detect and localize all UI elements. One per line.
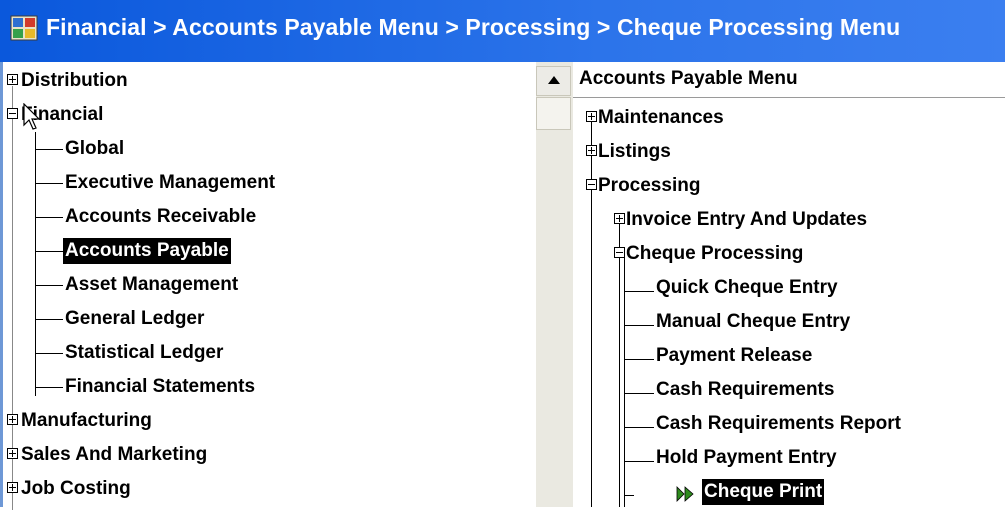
tree-item-label: Global — [65, 138, 125, 159]
navigation-tree: Distribution Financial Global Executive … — [0, 62, 539, 510]
tree-item-label: Asset Management — [65, 274, 239, 295]
tree-item-accounts-receivable[interactable]: Accounts Receivable — [3, 200, 533, 234]
expand-icon[interactable] — [7, 448, 18, 459]
menu-item-manual-cheque-entry[interactable]: Manual Cheque Entry — [573, 305, 1005, 339]
tree-item-label: Financial Statements — [65, 376, 256, 397]
tree-item-label: Accounts Receivable — [65, 206, 257, 227]
menu-item-label: Quick Cheque Entry — [656, 277, 838, 298]
window-titlebar: Financial > Accounts Payable Menu > Proc… — [0, 0, 1005, 62]
tree-item-label: Statistical Ledger — [65, 342, 224, 363]
tree-item-executive-management[interactable]: Executive Management — [3, 166, 533, 200]
tree-item-global[interactable]: Global — [3, 132, 533, 166]
menu-item-processing[interactable]: Processing — [573, 169, 1005, 203]
menu-item-label: Cash Requirements Report — [656, 413, 901, 434]
menu-tree: Accounts Payable Menu Maintenances Listi… — [573, 62, 1005, 507]
menu-item-listings[interactable]: Listings — [573, 135, 1005, 169]
tree-item-label: Executive Management — [65, 172, 276, 193]
tree-item-manufacturing[interactable]: Manufacturing — [3, 404, 533, 438]
tree-item-distribution[interactable]: Distribution — [3, 64, 533, 98]
vertical-scrollbar[interactable] — [536, 62, 573, 507]
tree-item-general-ledger[interactable]: General Ledger — [3, 302, 533, 336]
menu-item-label: Manual Cheque Entry — [656, 311, 851, 332]
scroll-thumb[interactable] — [536, 97, 571, 130]
tree-item-label: General Ledger — [65, 308, 205, 329]
menu-item-cash-requirements[interactable]: Cash Requirements — [573, 373, 1005, 407]
tree-item-label: Sales And Marketing — [21, 444, 208, 465]
tree-item-statistical-ledger[interactable]: Statistical Ledger — [3, 336, 533, 370]
app-icon — [10, 15, 38, 41]
window-title: Financial > Accounts Payable Menu > Proc… — [46, 14, 901, 40]
menu-header: Accounts Payable Menu — [573, 62, 1005, 98]
menu-item-cheque-processing[interactable]: Cheque Processing — [573, 237, 1005, 271]
menu-item-label: Maintenances — [598, 107, 724, 128]
tree-item-label: Accounts Payable — [63, 238, 231, 264]
menu-item-label: Cash Requirements — [656, 379, 835, 400]
menu-item-invoice-entry-and-updates[interactable]: Invoice Entry And Updates — [573, 203, 1005, 237]
tree-item-accounts-payable[interactable]: Accounts Payable — [3, 234, 533, 268]
expand-icon[interactable] — [7, 482, 18, 493]
expand-icon[interactable] — [7, 414, 18, 425]
menu-item-label: Processing — [598, 175, 701, 196]
menu-item-label: Payment Release — [656, 345, 813, 366]
scroll-up-button[interactable] — [536, 66, 571, 96]
menu-item-label: Cheque Processing — [626, 243, 804, 264]
menu-header-title: Accounts Payable Menu — [579, 68, 798, 89]
tree-item-sales-and-marketing[interactable]: Sales And Marketing — [3, 438, 533, 472]
menu-item-maintenances[interactable]: Maintenances — [573, 101, 1005, 135]
tree-item-label: Distribution — [21, 70, 128, 91]
menu-item-quick-cheque-entry[interactable]: Quick Cheque Entry — [573, 271, 1005, 305]
tree-item-financial-statements[interactable]: Financial Statements — [3, 370, 533, 404]
menu-item-cash-requirements-report[interactable]: Cash Requirements Report — [573, 407, 1005, 441]
menu-item-label: Listings — [598, 141, 671, 162]
tree-item-asset-management[interactable]: Asset Management — [3, 268, 533, 302]
mouse-cursor-icon — [23, 103, 41, 130]
tree-item-label: Manufacturing — [21, 410, 152, 431]
tree-item-label: Job Costing — [21, 478, 131, 499]
tree-item-financial[interactable]: Financial — [3, 98, 533, 132]
play-arrow-icon — [676, 486, 694, 502]
menu-item-payment-release[interactable]: Payment Release — [573, 339, 1005, 373]
triangle-up-icon — [548, 76, 560, 84]
menu-item-hold-payment-entry[interactable]: Hold Payment Entry — [573, 441, 1005, 475]
collapse-icon[interactable] — [7, 108, 18, 119]
expand-icon[interactable] — [7, 74, 18, 85]
tree-item-job-costing[interactable]: Job Costing — [3, 472, 533, 506]
menu-item-label: Cheque Print — [702, 479, 825, 505]
menu-item-label: Invoice Entry And Updates — [626, 209, 868, 230]
menu-item-cheque-print[interactable]: Cheque Print — [573, 475, 1005, 509]
menu-item-label: Hold Payment Entry — [656, 447, 837, 468]
